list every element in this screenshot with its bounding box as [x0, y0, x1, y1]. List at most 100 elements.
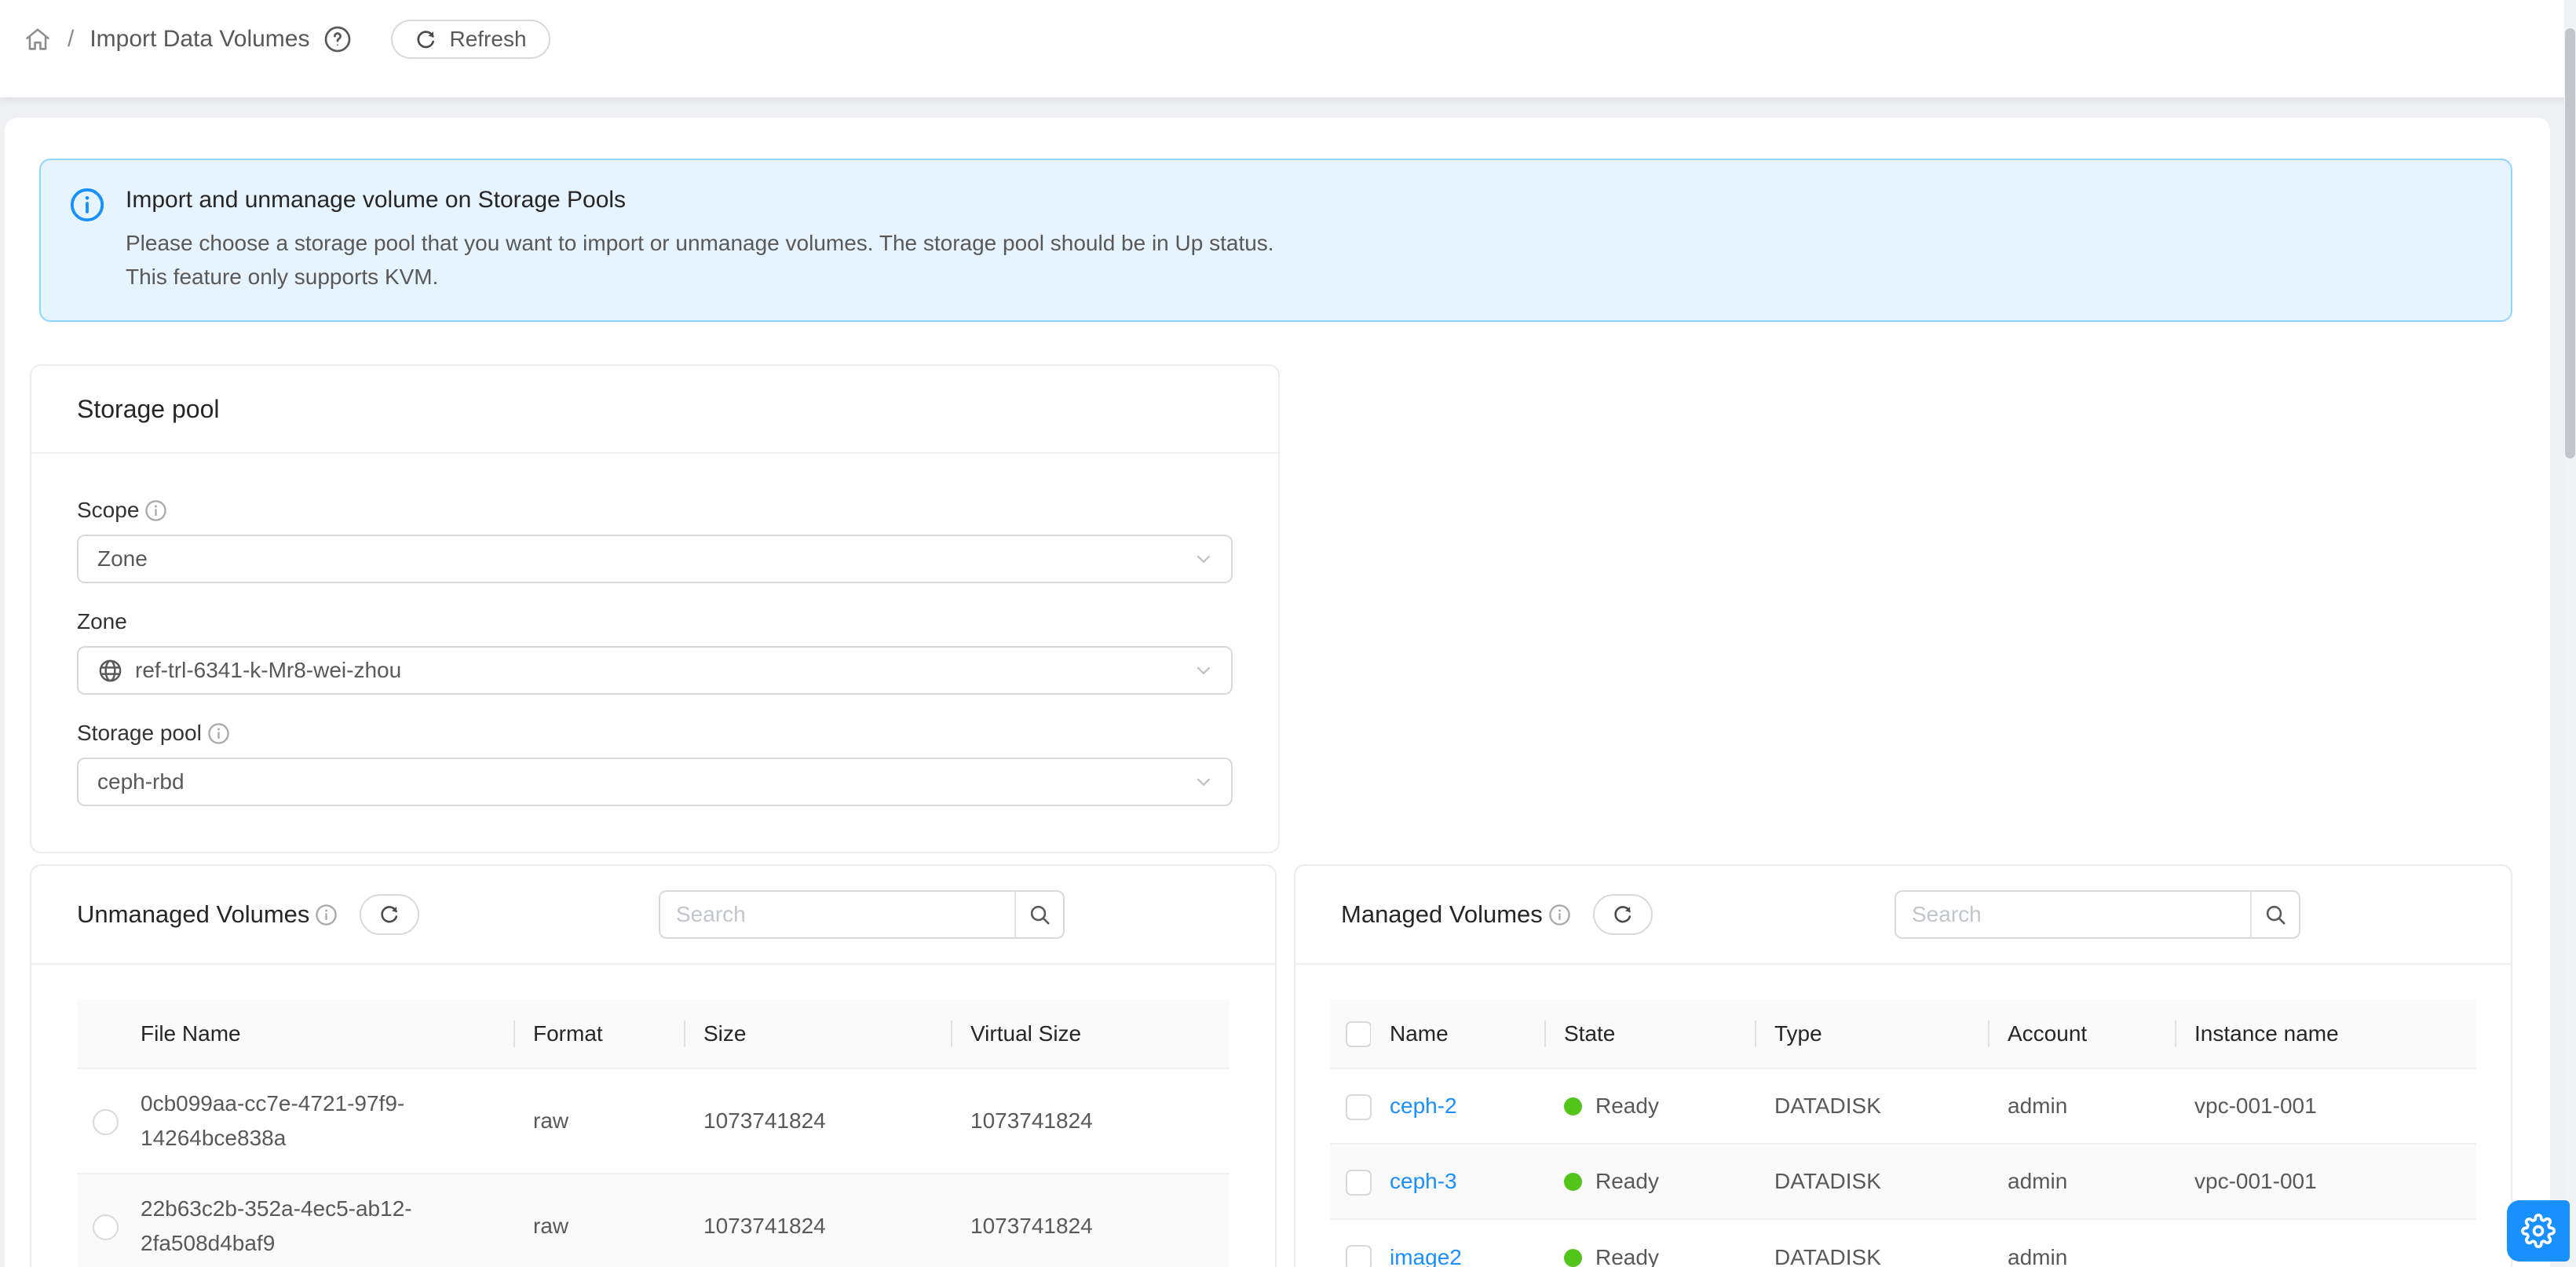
column-header-file-name: File Name	[122, 999, 514, 1068]
unmanaged-refresh-button[interactable]	[360, 894, 419, 935]
state-cell: Ready	[1595, 1169, 1659, 1193]
managed-volumes-title: Managed Volumes	[1341, 900, 1543, 929]
scope-select-value: Zone	[97, 546, 148, 571]
storage-pool-card-title: Storage pool	[31, 366, 1278, 454]
volume-link[interactable]: ceph-2	[1390, 1094, 1457, 1118]
topbar: / Import Data Volumes Refresh	[0, 0, 2576, 97]
virtual-size-cell: 1073741824	[952, 1174, 1230, 1267]
table-header-row: File Name Format Size Virtual Size	[77, 999, 1230, 1068]
info-circle-icon	[69, 187, 105, 223]
instance-name-cell: vpc-001-001	[2176, 1068, 2476, 1144]
status-dot-ready	[1564, 1097, 1582, 1115]
file-name-cell: 0cb099aa-cc7e-4721-97f9-14264bce838a	[122, 1068, 514, 1174]
unmanaged-volumes-section: Unmanaged Volumes	[30, 864, 1277, 1267]
column-header-virtual-size: Virtual Size	[952, 999, 1230, 1068]
column-header-state: State	[1545, 999, 1756, 1068]
reload-icon	[1612, 904, 1634, 926]
type-cell: DATADISK	[1756, 1144, 1989, 1219]
storage-pool-select-value: ceph-rbd	[97, 769, 185, 794]
info-banner: Import and unmanage volume on Storage Po…	[39, 159, 2512, 322]
radio-button[interactable]	[93, 1109, 119, 1135]
chevron-down-icon	[1192, 770, 1215, 794]
state-cell: Ready	[1595, 1094, 1659, 1118]
instance-name-cell	[2176, 1219, 2476, 1267]
scope-label: Scope	[77, 498, 1233, 523]
help-icon[interactable]	[323, 25, 352, 53]
info-banner-content: Import and unmanage volume on Storage Po…	[126, 182, 1274, 294]
managed-refresh-button[interactable]	[1593, 894, 1653, 935]
chevron-down-icon	[1192, 547, 1215, 571]
type-cell: DATADISK	[1756, 1068, 1989, 1144]
table-header-row: Name State Type Account Instance name	[1330, 999, 2476, 1068]
info-icon[interactable]	[1548, 904, 1571, 926]
managed-search-button[interactable]	[2250, 890, 2300, 939]
info-banner-title: Import and unmanage volume on Storage Po…	[126, 187, 1274, 214]
scrollbar-thumb[interactable]	[2565, 28, 2575, 458]
managed-search-input[interactable]	[1895, 890, 2250, 939]
select-all-checkbox[interactable]	[1346, 1021, 1372, 1047]
table-row: 0cb099aa-cc7e-4721-97f9-14264bce838a raw…	[77, 1068, 1230, 1174]
type-cell: DATADISK	[1756, 1219, 1989, 1267]
column-header-account: Account	[1989, 999, 2176, 1068]
format-cell: raw	[514, 1068, 685, 1174]
row-checkbox[interactable]	[1346, 1170, 1372, 1196]
volume-link[interactable]: ceph-3	[1390, 1169, 1457, 1193]
row-checkbox[interactable]	[1346, 1094, 1372, 1120]
storage-pool-select[interactable]: ceph-rbd	[77, 758, 1233, 806]
format-cell: raw	[514, 1174, 685, 1267]
radio-button[interactable]	[93, 1214, 119, 1240]
table-row: 22b63c2b-352a-4ec5-ab12-2fa508d4baf9 raw…	[77, 1174, 1230, 1267]
managed-search	[1895, 890, 2300, 939]
info-icon[interactable]	[207, 722, 230, 745]
unmanaged-search-button[interactable]	[1014, 890, 1065, 939]
storage-pool-card: Storage pool Scope Zone Zone	[30, 364, 1280, 853]
status-dot-ready	[1564, 1173, 1582, 1191]
managed-volumes-table: Name State Type Account Instance name ce…	[1330, 999, 2476, 1267]
unmanaged-search-input[interactable]	[659, 890, 1014, 939]
account-cell: admin	[1989, 1068, 2176, 1144]
zone-select[interactable]: ref-trl-6341-k-Mr8-wei-zhou	[77, 646, 1233, 695]
refresh-button-label: Refresh	[449, 27, 526, 52]
size-cell: 1073741824	[685, 1068, 952, 1174]
virtual-size-cell: 1073741824	[952, 1068, 1230, 1174]
managed-volumes-section: Managed Volumes	[1294, 864, 2512, 1267]
breadcrumb-separator: /	[68, 26, 74, 53]
column-header-select	[77, 999, 122, 1068]
chevron-down-icon	[1192, 659, 1215, 682]
search-icon	[1028, 903, 1052, 927]
size-cell: 1073741824	[685, 1174, 952, 1267]
table-row: ceph-3 Ready DATADISK admin vpc-001-001	[1330, 1144, 2476, 1219]
scope-select[interactable]: Zone	[77, 535, 1233, 583]
scrollbar[interactable]	[2564, 0, 2576, 1267]
home-icon[interactable]	[24, 25, 52, 53]
settings-fab-button[interactable]	[2507, 1200, 2570, 1262]
zone-label: Zone	[77, 609, 1233, 634]
column-header-instance-name: Instance name	[2176, 999, 2476, 1068]
row-checkbox[interactable]	[1346, 1245, 1372, 1267]
main-content: Import and unmanage volume on Storage Po…	[5, 118, 2550, 1267]
zone-select-value: ref-trl-6341-k-Mr8-wei-zhou	[135, 658, 401, 683]
table-row: ceph-2 Ready DATADISK admin vpc-001-001	[1330, 1068, 2476, 1144]
breadcrumb-current: Import Data Volumes	[90, 26, 309, 53]
gear-icon	[2521, 1214, 2556, 1248]
state-cell: Ready	[1595, 1245, 1659, 1267]
account-cell: admin	[1989, 1144, 2176, 1219]
globe-icon	[97, 658, 123, 684]
info-icon[interactable]	[315, 904, 338, 926]
unmanaged-volumes-table: File Name Format Size Virtual Size 0cb09…	[77, 999, 1230, 1267]
unmanaged-volumes-title: Unmanaged Volumes	[77, 900, 309, 929]
column-header-format: Format	[514, 999, 685, 1068]
status-dot-ready	[1564, 1249, 1582, 1267]
column-header-name: Name	[1371, 999, 1545, 1068]
column-header-type: Type	[1756, 999, 1989, 1068]
search-icon	[2264, 903, 2288, 927]
info-banner-line2: This feature only supports KVM.	[126, 260, 1274, 294]
file-name-cell: 22b63c2b-352a-4ec5-ab12-2fa508d4baf9	[122, 1174, 514, 1267]
table-row: image2 Ready DATADISK admin	[1330, 1219, 2476, 1267]
refresh-button[interactable]: Refresh	[391, 20, 550, 59]
storage-pool-label: Storage pool	[77, 721, 1233, 746]
volume-link[interactable]: image2	[1390, 1245, 1462, 1267]
reload-icon	[378, 904, 400, 926]
reload-icon	[415, 28, 437, 51]
info-icon[interactable]	[144, 499, 167, 522]
